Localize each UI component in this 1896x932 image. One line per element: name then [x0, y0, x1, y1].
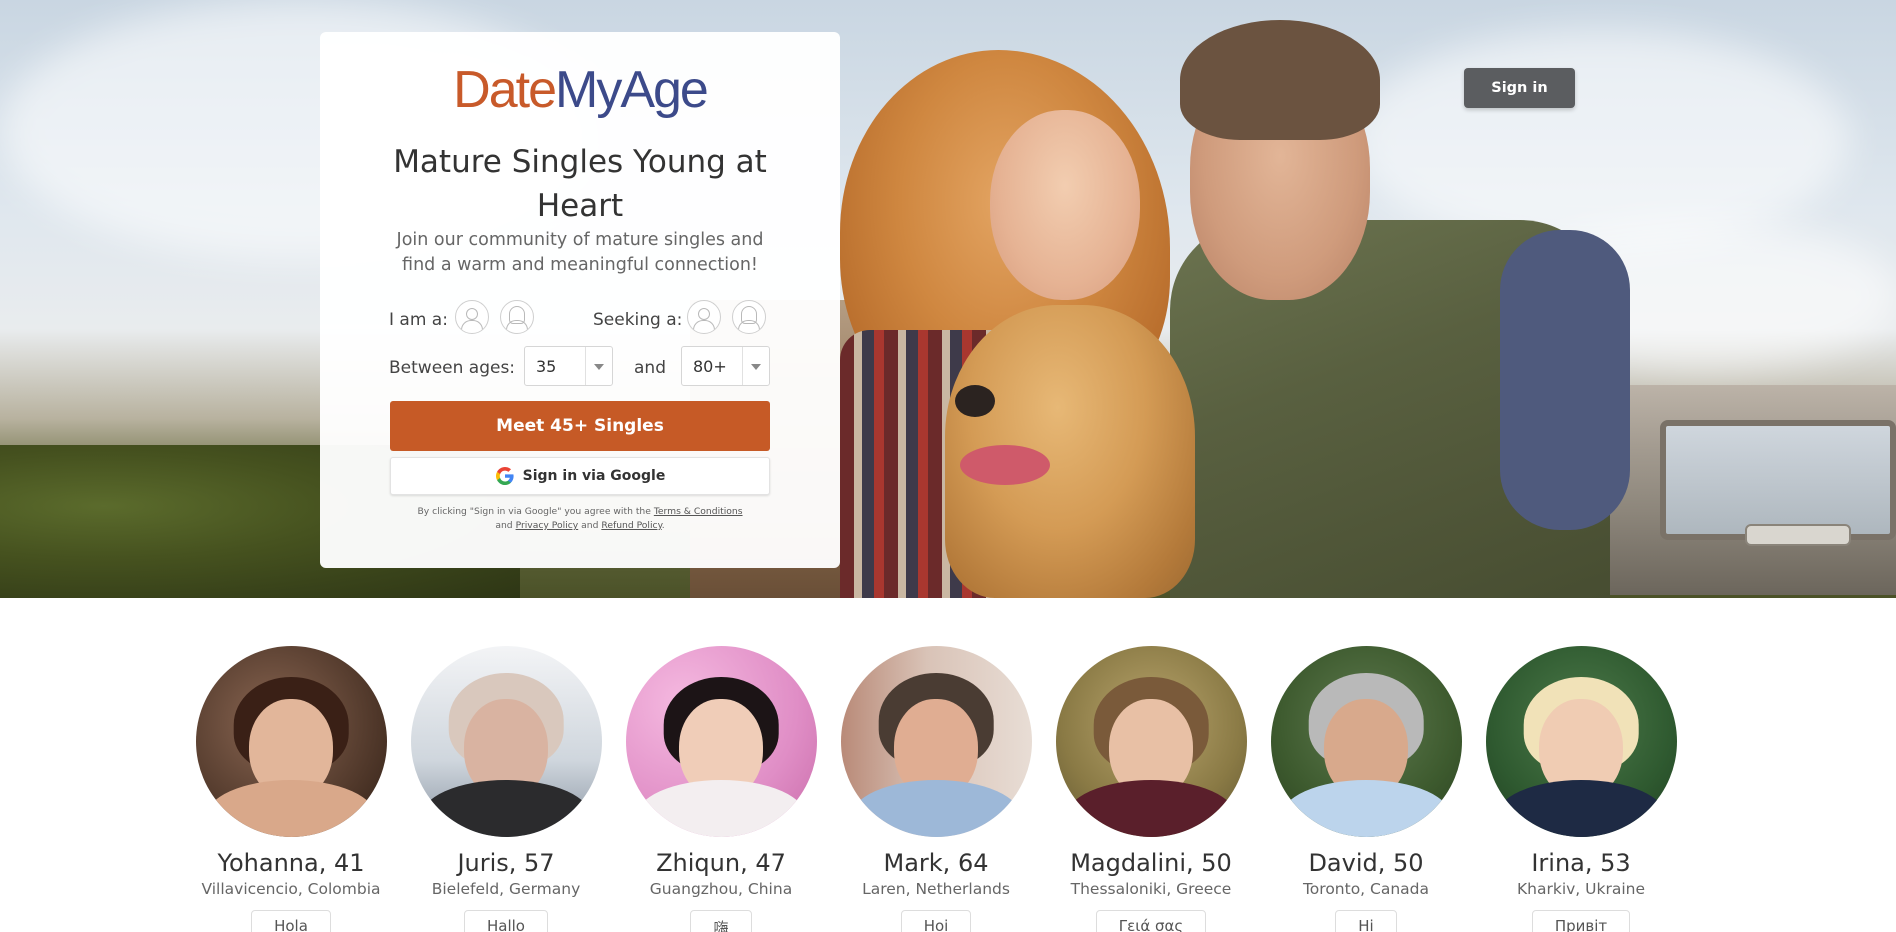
profile-name[interactable]: Magdalini, 50	[1051, 849, 1251, 877]
profile-photo[interactable]	[625, 646, 817, 837]
page-subtitle: Join our community of mature singles and…	[396, 230, 764, 275]
truck-window	[1660, 420, 1896, 540]
greeting-button[interactable]: 嗨	[690, 910, 752, 932]
profile-photo[interactable]	[1485, 646, 1677, 837]
profile-location: Toronto, Canada	[1302, 880, 1430, 898]
legal-disclaimer: By clicking "Sign in via Google" you agr…	[417, 506, 743, 531]
dog-tongue	[960, 445, 1050, 485]
signup-panel: DateMyAge Mature Singles Young at Heart …	[320, 32, 840, 568]
profile-card[interactable]: Zhiqun, 47 Guangzhou, China 嗨	[621, 646, 821, 932]
profile-card[interactable]: Mark, 64 Laren, Netherlands Hoi	[836, 646, 1036, 932]
privacy-link[interactable]: Privacy Policy	[516, 520, 579, 531]
profile-card[interactable]: Magdalini, 50 Thessaloniki, Greece Γειά …	[1051, 646, 1251, 932]
age-max-value: 80+	[693, 357, 727, 376]
age-min-value: 35	[536, 357, 557, 376]
man-icon	[698, 308, 710, 320]
profile-location: Kharkiv, Ukraine	[1516, 880, 1646, 898]
profile-name[interactable]: Juris, 57	[406, 849, 606, 877]
profile-name[interactable]: Mark, 64	[836, 849, 1036, 877]
chevron-down-icon	[594, 364, 604, 370]
greeting-button[interactable]: Hoi	[900, 910, 972, 932]
age-min-select[interactable]: 35	[524, 346, 613, 386]
greeting-button[interactable]: Hola	[251, 910, 331, 932]
profile-name[interactable]: Yohanna, 41	[191, 849, 391, 877]
google-signin-button[interactable]: Sign in via Google	[390, 457, 770, 495]
greeting-button[interactable]: Привіт	[1531, 910, 1631, 932]
and-label: and	[634, 358, 666, 378]
seeking-man-option[interactable]	[687, 300, 721, 334]
disclaimer-and: and	[581, 520, 599, 531]
profiles-section: Yohanna, 41 Villavicencio, Colombia Hola…	[0, 598, 1896, 932]
profile-location: Laren, Netherlands	[862, 880, 1010, 898]
profile-photo[interactable]	[1270, 646, 1462, 837]
logo[interactable]: DateMyAge	[320, 60, 840, 120]
profile-photo[interactable]	[410, 646, 602, 837]
profile-photo[interactable]	[1055, 646, 1247, 837]
disclaimer-text: By clicking "Sign in via Google" you agr…	[417, 506, 651, 517]
iam-label: I am a:	[389, 310, 448, 330]
profile-location: Bielefeld, Germany	[431, 880, 581, 898]
seeking-woman-option[interactable]	[732, 300, 766, 334]
between-ages-label: Between ages:	[389, 358, 516, 378]
truck-mirror	[1745, 524, 1851, 546]
greeting-button[interactable]: Γειά σας	[1095, 910, 1207, 932]
meet-singles-button[interactable]: Meet 45+ Singles	[390, 401, 770, 451]
dog-nose	[955, 385, 995, 417]
greeting-button[interactable]: Hallo	[464, 910, 548, 932]
profile-card[interactable]: Irina, 53 Kharkiv, Ukraine Привіт	[1481, 646, 1681, 932]
terms-link[interactable]: Terms & Conditions	[654, 506, 743, 517]
google-icon	[495, 467, 514, 485]
logo-part-date: Date	[453, 61, 557, 119]
greeting-button[interactable]: Hi	[1335, 910, 1397, 932]
chevron-down-icon	[751, 364, 761, 370]
iam-woman-option[interactable]	[500, 300, 534, 334]
profile-location: Thessaloniki, Greece	[1070, 880, 1232, 898]
hero-background	[0, 0, 1896, 598]
seeking-label: Seeking a:	[593, 310, 683, 330]
google-signin-label: Sign in via Google	[522, 468, 666, 484]
age-max-select[interactable]: 80+	[681, 346, 770, 386]
profile-card[interactable]: Juris, 57 Bielefeld, Germany Hallo	[406, 646, 606, 932]
profile-name[interactable]: David, 50	[1266, 849, 1466, 877]
profile-location: Villavicencio, Colombia	[201, 880, 381, 898]
header-signin-button[interactable]: Sign in	[1464, 68, 1575, 108]
profile-photo[interactable]	[195, 646, 387, 837]
man-icon	[466, 308, 478, 320]
logo-part-myage: MyAge	[555, 61, 709, 119]
refund-link[interactable]: Refund Policy	[601, 520, 661, 531]
profile-photo[interactable]	[840, 646, 1032, 837]
profile-name[interactable]: Irina, 53	[1481, 849, 1681, 877]
page-title: Mature Singles Young at Heart	[393, 144, 767, 224]
profile-card[interactable]: Yohanna, 41 Villavicencio, Colombia Hola	[191, 646, 391, 932]
iam-man-option[interactable]	[455, 300, 489, 334]
profile-name[interactable]: Zhiqun, 47	[621, 849, 821, 877]
profile-location: Guangzhou, China	[649, 880, 793, 898]
disclaimer-and: and	[495, 520, 513, 531]
profile-card[interactable]: David, 50 Toronto, Canada Hi	[1266, 646, 1466, 932]
